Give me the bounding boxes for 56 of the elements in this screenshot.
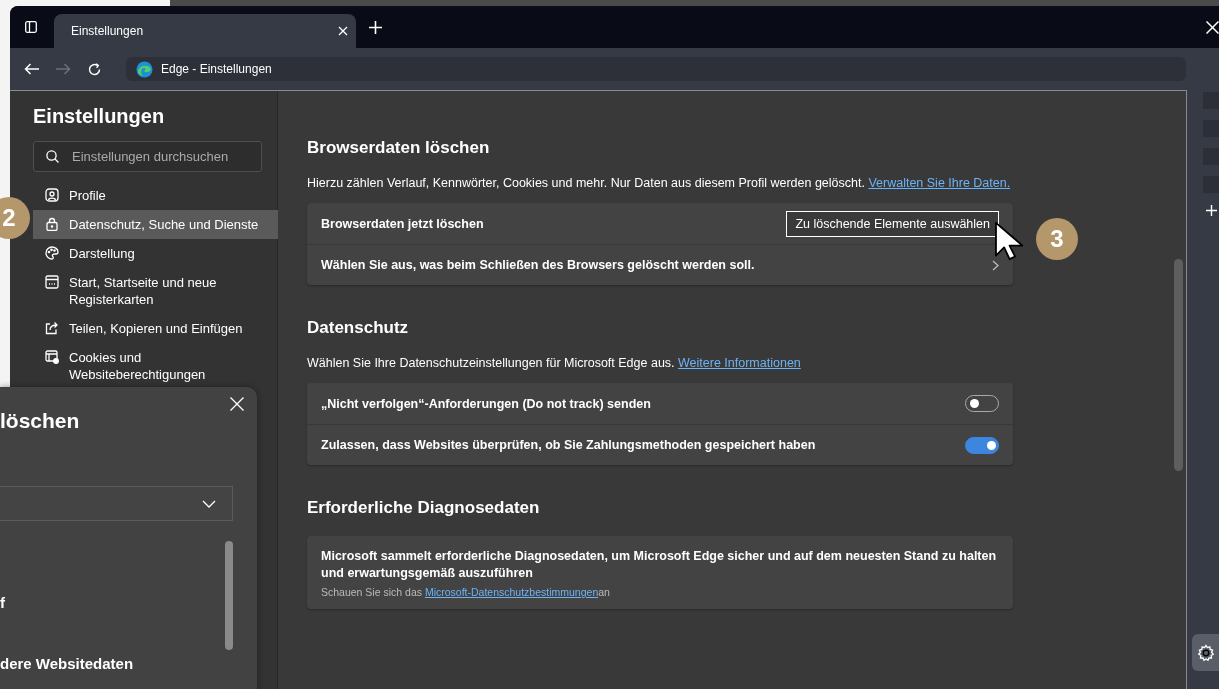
note-text: Schauen Sie sich das Microsoft-Datenschutzbestimmungenan [321,586,611,598]
sidebar-item[interactable]: Darstellung [33,239,278,268]
arrow-right-icon [55,63,71,75]
sidebar-item[interactable]: Teilen, Kopieren und Einfügen [33,314,278,343]
add-button[interactable] [1203,202,1219,218]
home-icon [45,275,59,289]
settings-button[interactable] [1192,634,1219,671]
sidebar-icon [25,21,37,33]
sidebar-item[interactable]: Profile [33,181,278,210]
profile-icon [45,188,59,202]
tab-title: Einstellungen [71,24,144,38]
sidebar-title: Einstellungen [33,105,166,128]
close-icon[interactable] [338,26,348,36]
scrollbar-thumb[interactable] [1174,259,1183,471]
setting-label: Zulassen, dass Websites überprüfen, ob Sie Zahlungsmethoden gespeichert haben [321,437,816,454]
browser-logo-icon [136,60,153,78]
chevron-down-icon [202,499,216,508]
setting-label: Browserdaten jetzt löschen [321,215,484,233]
sidebar-item[interactable]: Cookies und Websiteberechtigungen [33,343,278,389]
close-icon [230,397,244,411]
lock-icon [45,217,59,231]
setting-label: „Nicht verfolgen“-Anforderungen (Do not track) senden [321,395,651,413]
browser-tab[interactable]: Einstellungen [54,14,356,48]
section-heading: Browserdaten löschen [307,138,491,158]
link[interactable]: Weitere Informationen [678,356,801,370]
setting-label: Wählen Sie aus, was beim Schließen des Browsers gelöscht werden soll. [321,257,755,274]
close-button[interactable] [229,396,245,412]
dialog-title: löschen [0,409,80,433]
sidebar-item[interactable]: Datenschutz, Suche und Dienste [33,210,278,239]
dropdown-field[interactable] [0,486,233,521]
section-heading: Erforderliche Diagnosedaten [307,498,541,518]
scrollbar-thumb[interactable] [225,541,233,650]
setting-description: Microsoft sammelt erforderliche Diagnosedaten, um Microsoft Edge sicher und auf dem neuesten Stand zu halten und erwartungsgemäß auszuführen [321,548,998,582]
arrow-left-icon [24,63,40,75]
select-items-button[interactable]: Zu löschende Elemente auswählen [786,210,999,237]
chevron-right-icon[interactable] [992,259,999,271]
option-label: f [0,594,5,611]
close-icon [1205,20,1219,34]
reload-icon [87,62,101,76]
section-description: Hierzu zählen Verlauf, Kennwörter, Cookies und mehr. Nur Daten aus diesem Profil werden gelöscht. Verwalten Sie Ihre Daten. [307,176,1012,190]
address-bar[interactable]: Edge - Einstellungen [126,57,1186,81]
section-heading: Datenschutz [307,318,410,338]
address-text: Edge - Einstellungen [161,62,272,76]
share-icon [45,321,59,335]
section-description: Wählen Sie Ihre Datenschutzeinstellungen für Microsoft Edge aus. Weitere Informationen [307,356,802,370]
search-field[interactable]: Einstellungen durchsuchen [33,141,262,172]
cookies-icon [45,350,59,364]
sidebar-item[interactable]: Start, Startseite und neue Registerkarten [33,268,278,314]
plus-icon [368,20,382,34]
settings-icon [1196,643,1215,662]
link[interactable]: Microsoft-Datenschutzbestimmungen [424,586,599,598]
palette-icon [45,246,59,260]
option-label: dere Websitedaten [0,655,134,672]
toggle-switch[interactable] [965,436,999,454]
link[interactable]: Verwalten Sie Ihre Daten. [868,176,1011,190]
plus-icon [1205,204,1217,216]
